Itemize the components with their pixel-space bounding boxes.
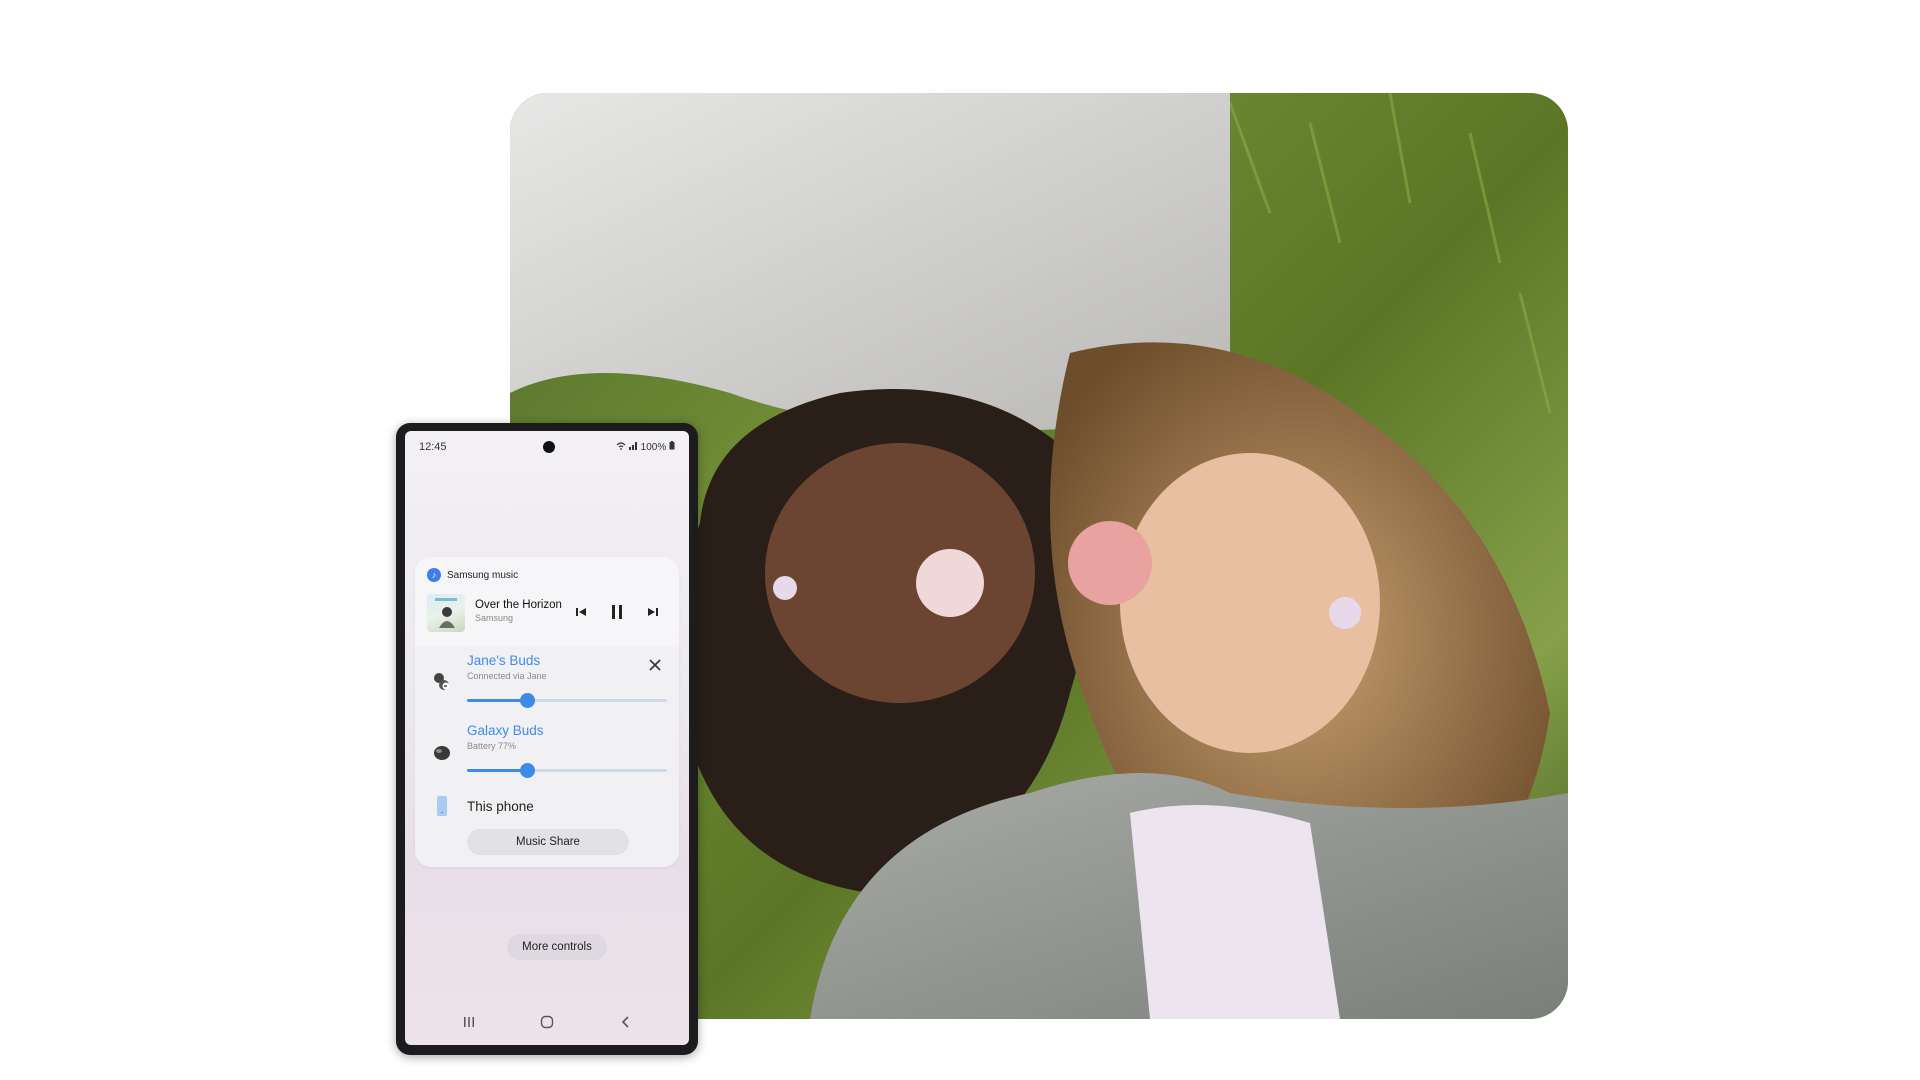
pause-icon[interactable] <box>609 604 625 620</box>
signal-icon <box>628 442 641 453</box>
device-this-phone[interactable]: This phone <box>415 791 679 821</box>
phone-icon <box>431 795 453 817</box>
volume-fill <box>467 769 527 772</box>
volume-thumb[interactable] <box>520 763 535 778</box>
recents-icon[interactable] <box>460 1015 478 1029</box>
close-icon[interactable] <box>647 657 663 673</box>
home-icon[interactable] <box>538 1015 556 1029</box>
device-name: Jane's Buds <box>467 653 541 668</box>
device-subtitle: Battery 77% <box>467 741 517 751</box>
status-time: 12:45 <box>419 441 447 453</box>
battery-percent: 100% <box>640 442 667 453</box>
back-icon[interactable] <box>617 1015 635 1029</box>
navigation-bar <box>405 999 689 1045</box>
device-galaxy-buds[interactable]: Galaxy Buds Battery 77% <box>415 717 679 785</box>
media-output-panel: ♪ Samsung music Over the Horizon Samsung <box>415 557 679 867</box>
output-device-list: Jane's Buds Connected via Jane Galaxy Bu… <box>415 647 679 867</box>
album-art <box>427 594 465 632</box>
earbuds-share-icon <box>431 671 453 693</box>
next-icon[interactable] <box>645 604 661 620</box>
earbuds-icon <box>431 741 453 763</box>
device-name: Galaxy Buds <box>467 723 544 738</box>
front-camera <box>543 441 555 453</box>
app-name: Samsung music <box>447 569 519 581</box>
status-indicators: 100% <box>616 441 675 453</box>
track-title: Over the Horizon <box>475 599 562 611</box>
samsung-music-icon: ♪ <box>427 568 441 582</box>
more-controls-button[interactable]: More controls <box>507 934 607 960</box>
battery-icon <box>669 441 675 453</box>
volume-slider[interactable] <box>467 693 667 708</box>
volume-thumb[interactable] <box>520 693 535 708</box>
device-subtitle: Connected via Jane <box>467 671 547 681</box>
track-info: Over the Horizon Samsung <box>475 599 562 623</box>
volume-fill <box>467 699 527 702</box>
phone-frame: 12:45 100% ♪ Samsung music Over the Hori… <box>396 423 698 1055</box>
device-janes-buds[interactable]: Jane's Buds Connected via Jane <box>415 647 679 715</box>
previous-icon[interactable] <box>573 604 589 620</box>
device-name: This phone <box>467 799 534 814</box>
playback-controls <box>573 604 661 620</box>
volume-slider[interactable] <box>467 763 667 778</box>
media-app-header: ♪ Samsung music <box>427 568 518 582</box>
wifi-icon <box>616 442 629 453</box>
track-artist: Samsung <box>475 613 514 623</box>
phone-screen: 12:45 100% ♪ Samsung music Over the Hori… <box>405 431 689 1045</box>
music-share-button[interactable]: Music Share <box>467 829 629 855</box>
